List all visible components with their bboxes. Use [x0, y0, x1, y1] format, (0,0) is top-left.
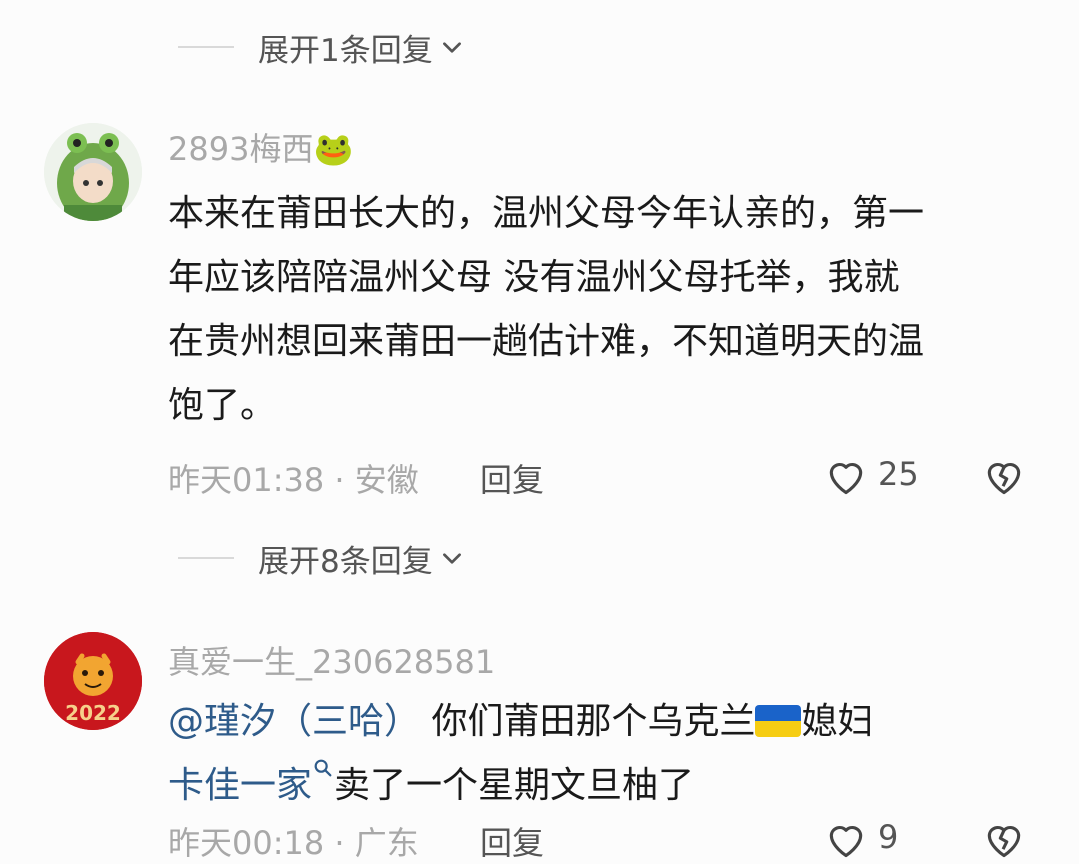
- reply-button[interactable]: 回复: [480, 455, 544, 501]
- divider-line: [178, 46, 234, 48]
- comment-text-segment: 媳妇: [801, 701, 874, 742]
- avatar-year: 2022: [65, 701, 121, 725]
- username-text: 真爱一生_230628581: [168, 643, 496, 681]
- comment-line: 在贵州想回来莆田一趟估计难，不知道明天的温: [168, 321, 925, 362]
- like-count: 9: [878, 818, 899, 856]
- comment-line: 饱了。: [168, 385, 277, 426]
- avatar-tiger-image: 2022: [44, 632, 142, 730]
- chevron-down-icon: [442, 42, 461, 53]
- comment-meta: 昨天01:38 · 安徽 回复 25: [168, 455, 1079, 499]
- chevron-down-icon: [442, 553, 461, 564]
- time-location: 昨天01:38 · 安徽: [168, 461, 419, 499]
- avatar[interactable]: [44, 123, 142, 221]
- username-text: 2893梅西: [168, 130, 314, 168]
- comment-line: 年应该陪陪温州父母 没有温州父母托举，我就: [168, 257, 900, 298]
- username[interactable]: 2893梅西🐸: [168, 124, 353, 170]
- avatar-frog-image: [44, 123, 142, 221]
- reply-button[interactable]: 回复: [480, 818, 544, 864]
- comment-text-segment: 卖了一个星期文旦柚了: [334, 765, 695, 806]
- username[interactable]: 真爱一生_230628581: [168, 637, 495, 683]
- like-count: 25: [878, 455, 919, 493]
- heart-icon[interactable]: [824, 818, 868, 862]
- comment-line: 本来在莆田长大的，温州父母今年认亲的，第一: [168, 193, 925, 234]
- divider-line: [178, 557, 234, 559]
- search-icon[interactable]: [312, 757, 334, 779]
- expand-replies-label: 展开8条回复: [258, 543, 433, 580]
- heart-icon[interactable]: [824, 455, 868, 499]
- expand-replies-top[interactable]: 展开1条回复: [178, 27, 465, 69]
- expand-replies-label: 展开1条回复: [258, 32, 433, 69]
- comment-body: @瑾汐（三哈） 你们莆田那个乌克兰 媳妇 卡佳一家 卖了一个星期文旦柚了: [168, 690, 1048, 818]
- frog-emoji: 🐸: [313, 130, 354, 168]
- search-link[interactable]: 卡佳一家: [168, 765, 312, 806]
- comment-line: @瑾汐（三哈） 你们莆田那个乌克兰 媳妇: [168, 690, 1048, 754]
- comment-body: 本来在莆田长大的，温州父母今年认亲的，第一 年应该陪陪温州父母 没有温州父母托举…: [168, 182, 1048, 438]
- broken-heart-icon[interactable]: [982, 455, 1026, 499]
- broken-heart-icon[interactable]: [982, 818, 1026, 862]
- comment-line: 卡佳一家 卖了一个星期文旦柚了: [168, 754, 1048, 818]
- expand-replies[interactable]: 展开8条回复: [178, 538, 465, 580]
- comment-meta: 昨天00:18 · 广东 回复 9: [168, 818, 1079, 862]
- ukraine-flag: [755, 705, 802, 737]
- time-location: 昨天00:18 · 广东: [168, 824, 419, 862]
- avatar[interactable]: 2022: [44, 632, 142, 730]
- mention-link[interactable]: @瑾汐（三哈）: [168, 701, 420, 742]
- comment-text-segment: 你们莆田那个乌克兰: [420, 701, 756, 742]
